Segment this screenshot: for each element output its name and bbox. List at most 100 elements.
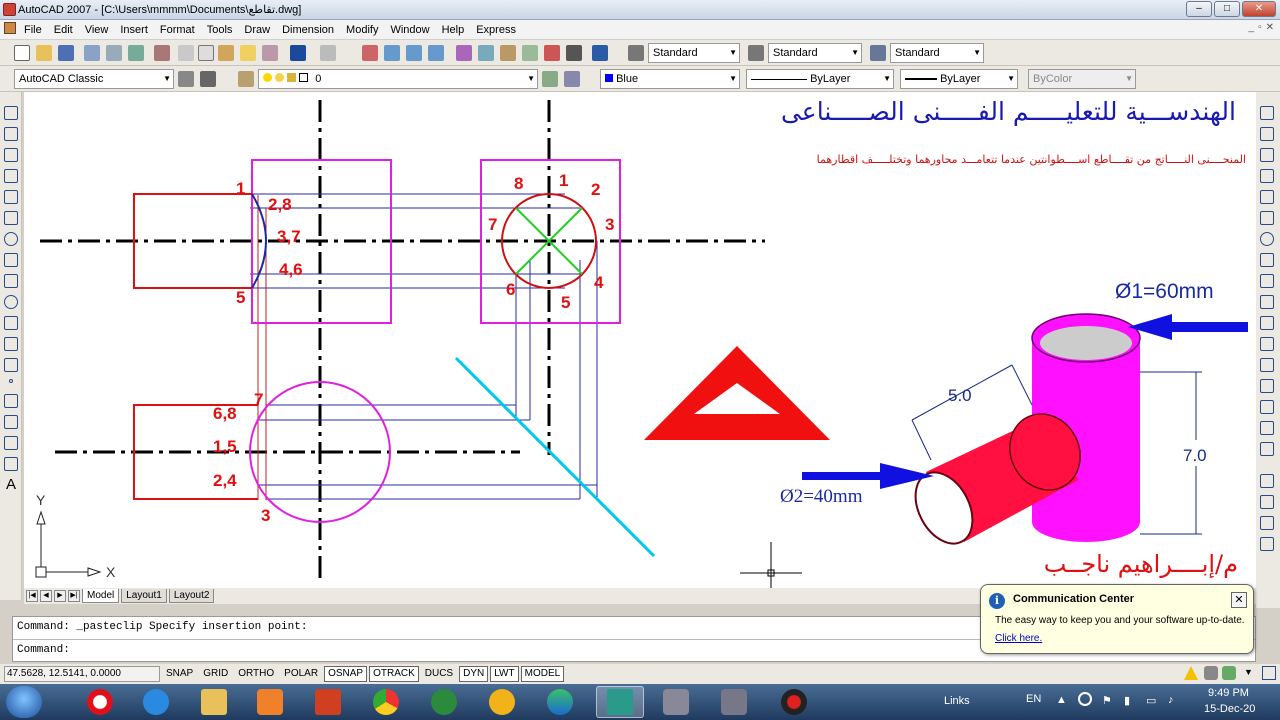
break-at-point-icon[interactable] [1260,337,1274,351]
3d-dwf-icon[interactable] [154,45,170,61]
open-icon[interactable] [36,45,52,61]
layer-properties-icon[interactable] [238,71,254,87]
lwt-toggle[interactable]: LWT [490,666,519,682]
menu-dimension[interactable]: Dimension [276,24,340,36]
dyn-toggle[interactable]: DYN [459,666,489,682]
taskbar-recorder-app[interactable] [770,686,818,718]
dim-style-select[interactable]: Standard ▼ [768,43,862,63]
workspace-settings-icon[interactable] [178,71,194,87]
rotate-icon[interactable] [1260,232,1274,246]
layer-previous-icon[interactable] [564,71,580,87]
taskbar-camera-app[interactable] [652,686,700,718]
close-button[interactable]: ✕ [1242,1,1276,17]
new-icon[interactable] [14,45,30,61]
zoom-window-icon[interactable] [406,45,422,61]
paste-icon[interactable] [218,45,234,61]
point-icon[interactable] [9,379,13,383]
taskbar-opera[interactable] [76,686,124,718]
draworder-front-icon[interactable] [1260,474,1274,488]
block-editor-icon[interactable] [262,45,278,61]
polyline-icon[interactable] [4,148,18,162]
taskbar-video-app[interactable] [710,686,758,718]
lineweight-select[interactable]: ByLayer ▼ [900,69,1018,89]
draworder-above-icon[interactable] [1260,516,1274,530]
tab-first-button[interactable]: |◀ [26,590,38,602]
table-style-select[interactable]: Standard ▼ [890,43,984,63]
doc-minimize-button[interactable]: _ [1249,22,1255,33]
warning-icon[interactable] [1184,666,1198,680]
clean-screen-icon[interactable] [1262,666,1276,680]
taskbar-media-player[interactable] [246,686,294,718]
workspace-save-icon[interactable] [200,71,216,87]
workspace-select[interactable]: AutoCAD Classic ▼ [14,69,174,89]
offset-icon[interactable] [1260,169,1274,183]
scale-icon[interactable] [1260,253,1274,267]
tab-next-button[interactable]: ▶ [54,590,66,602]
table-style-icon[interactable] [870,45,886,61]
clock-date[interactable]: 15-Dec-20 [1204,703,1255,715]
tab-prev-button[interactable]: ◀ [40,590,52,602]
model-toggle[interactable]: MODEL [520,666,565,682]
plot-preview-icon[interactable] [106,45,122,61]
ellipse-icon[interactable] [4,295,18,309]
mirror-icon[interactable] [1260,148,1274,162]
menu-window[interactable]: Window [384,24,435,36]
layer-select[interactable]: 0 ▼ [258,69,538,89]
help-icon[interactable] [592,45,608,61]
tab-layout1[interactable]: Layout1 [121,589,167,603]
balloon-link[interactable]: Click here. [995,633,1042,644]
action-center-icon[interactable]: ⚑ [1102,694,1112,707]
tab-layout2[interactable]: Layout2 [168,589,215,603]
ducs-toggle[interactable]: DUCS [421,666,457,682]
chamfer-icon[interactable] [1260,400,1274,414]
array-icon[interactable] [1260,190,1274,204]
break-icon[interactable] [1260,358,1274,372]
taskbar-app-gift[interactable] [304,686,352,718]
command-prompt[interactable]: Command: [17,644,70,656]
multiline-text-icon[interactable]: A [6,476,16,493]
plotstyle-select[interactable]: ByColor ▼ [1028,69,1136,89]
save-icon[interactable] [58,45,74,61]
hatch-icon[interactable] [4,394,18,408]
tab-model[interactable]: Model [82,589,120,603]
volume-icon[interactable]: ♪ [1168,694,1174,706]
markup-icon[interactable] [544,45,560,61]
extend-icon[interactable] [1260,316,1274,330]
menu-edit[interactable]: Edit [48,24,79,36]
taskbar-autocad[interactable] [596,686,644,718]
text-style-select[interactable]: Standard ▼ [648,43,740,63]
design-center-icon[interactable] [478,45,494,61]
copy-object-icon[interactable] [1260,127,1274,141]
make-object-layer-current-icon[interactable] [542,71,558,87]
construction-line-icon[interactable] [4,127,18,141]
linetype-select[interactable]: ByLayer ▼ [746,69,894,89]
menu-draw[interactable]: Draw [238,24,276,36]
status-menu-chevron-icon[interactable]: ▼ [1244,667,1253,677]
polygon-icon[interactable] [4,169,18,183]
taskbar-edge[interactable] [536,686,584,718]
doc-close-button[interactable]: ✕ [1266,22,1274,33]
line-icon[interactable] [4,106,18,120]
coordinate-display[interactable]: 47.5628, 12.5141, 0.0000 [4,666,160,682]
taskbar-ie[interactable] [132,686,180,718]
menu-help[interactable]: Help [436,24,471,36]
menu-insert[interactable]: Insert [114,24,154,36]
drawing-canvas[interactable]: 1 2,8 3,7 4,6 5 8 1 2 3 4 5 6 7 7 6,8 1,… [24,92,1256,588]
explode-icon[interactable] [1260,442,1274,456]
taskbar-app-orange[interactable] [478,686,526,718]
lock-icon[interactable] [1204,666,1218,680]
minimize-button[interactable]: – [1186,1,1212,17]
network-icon[interactable]: ▭ [1146,694,1156,707]
calculator-icon[interactable] [566,45,582,61]
grid-toggle[interactable]: GRID [199,666,232,682]
taskbar-globe-app[interactable] [420,686,468,718]
erase-icon[interactable] [1260,106,1274,120]
redo-icon[interactable] [320,45,336,61]
autocad-app-icon[interactable] [3,3,16,16]
snap-toggle[interactable]: SNAP [162,666,197,682]
table-icon[interactable] [4,457,18,471]
balloon-close-button[interactable]: ✕ [1231,592,1247,608]
osnap-toggle[interactable]: OSNAP [324,666,368,682]
cut-icon[interactable] [178,45,194,61]
document-icon[interactable] [0,22,18,37]
